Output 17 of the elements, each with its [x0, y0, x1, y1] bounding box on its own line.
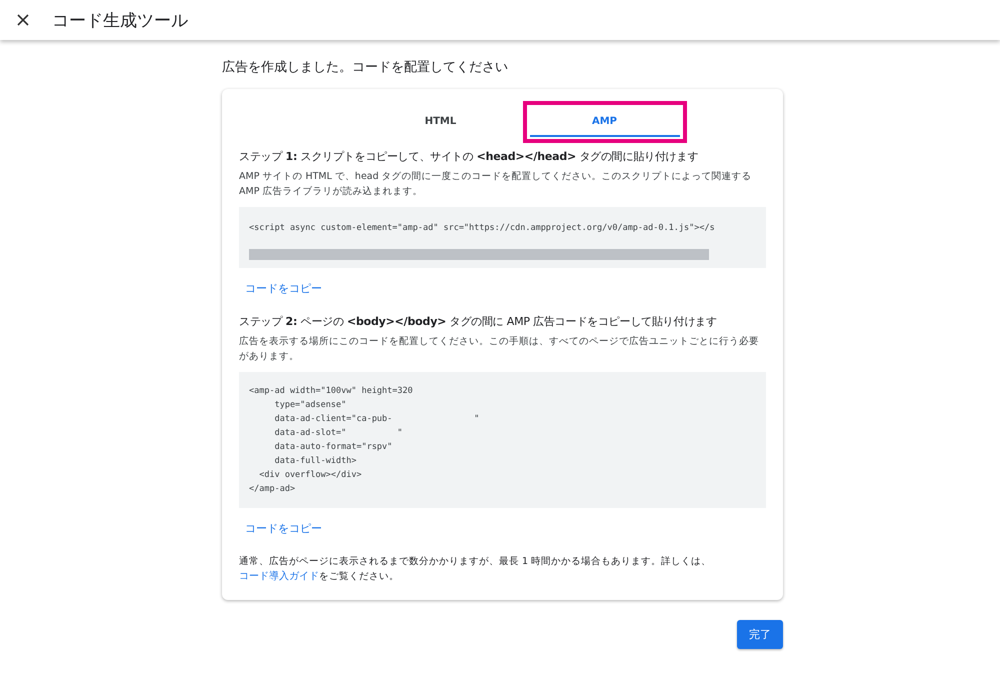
done-button[interactable]: 完了	[737, 620, 783, 649]
tab[interactable]: HTML	[366, 107, 516, 137]
step-description: AMP サイトの HTML で、head タグの間に一度このコードを配置してください。このスクリプトによって関連する AMP 広告ライブラリが読み込まれます。	[239, 170, 753, 199]
page-heading: 広告を作成しました。コードを配置してください	[222, 59, 509, 76]
note-text: 通常、広告がページに表示されるまで数分かかりますが、最長 1 時間かかる場合もあります。詳しくは、 コード導入ガイド をご覧ください。	[239, 555, 712, 584]
step-title: ステップ 1: スクリプトをコピーして、サイトの <head></head> タグの間に貼り付けます	[239, 149, 700, 164]
step-description: 広告を表示する場所にこのコードを配置してください。この手順は、すべてのページで広告ユニットごとに行う必要があります。	[239, 335, 760, 364]
guide-link[interactable]: コード導入ガイド	[239, 571, 319, 582]
window-title: コード生成ツール	[52, 10, 188, 32]
tab[interactable]: AMP	[530, 107, 680, 137]
step-title: ステップ 2: ページの <body></body> タグの間に AMP 広告コードをコピーして貼り付けます	[239, 314, 718, 329]
copy-code-link[interactable]: コードをコピー	[245, 522, 322, 535]
code-text: <script async custom-element="amp-ad" src="https://cdn.ampproject.org/v0/amp-ad-0.1.js"></s	[249, 222, 716, 235]
code-text: <amp-ad width="100vw" height=320 type="adsense" data-ad-client="ca-pub- " data-ad-slot=" " data-auto-format="rspv" data-full-width> <div overflow></div> </amp-ad>	[249, 385, 480, 496]
copy-code-link[interactable]: コードをコピー	[245, 282, 322, 295]
close-icon[interactable]	[17, 14, 29, 26]
scrollbar[interactable]	[249, 249, 709, 260]
